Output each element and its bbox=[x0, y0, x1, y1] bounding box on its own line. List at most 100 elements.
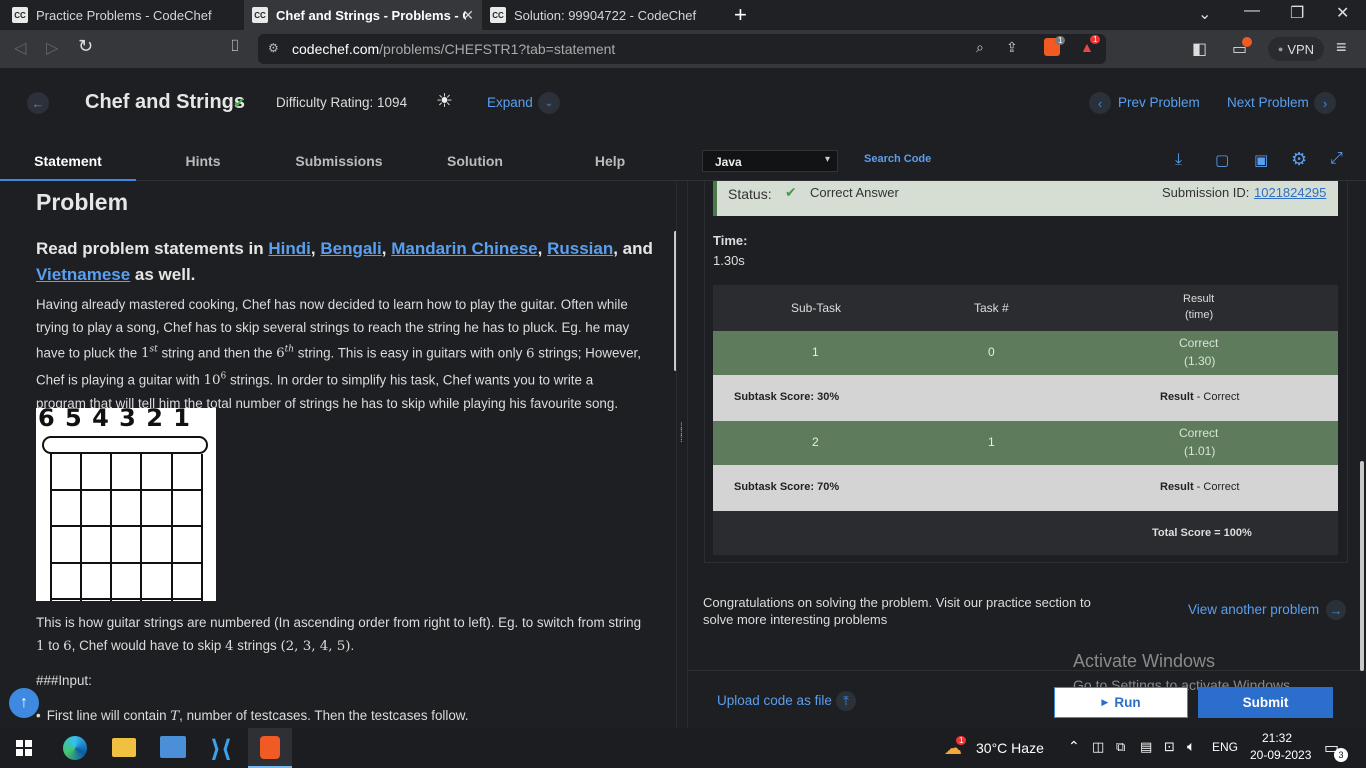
run-button[interactable]: ▶ Run bbox=[1054, 687, 1188, 718]
back-arrow-icon[interactable]: ← bbox=[27, 92, 49, 114]
submission-id-link[interactable]: 1021824295 bbox=[1254, 185, 1326, 200]
comment-icon[interactable]: ▢ bbox=[1215, 151, 1229, 169]
mandarin-link[interactable]: Mandarin Chinese bbox=[391, 239, 537, 258]
next-problem-link[interactable]: Next Problem bbox=[1227, 95, 1309, 110]
remote-desktop-icon[interactable] bbox=[160, 736, 186, 758]
site-info-icon[interactable]: ⚙ bbox=[268, 41, 279, 55]
view-another-problem-link[interactable]: View another problem bbox=[1188, 602, 1319, 617]
vscode-icon[interactable]: ⟩⟨ bbox=[210, 735, 232, 764]
sidebar-icon[interactable]: ◧ bbox=[1192, 39, 1207, 59]
result-value: - Correct bbox=[1193, 391, 1240, 403]
russian-link[interactable]: Russian bbox=[547, 239, 613, 258]
download-icon[interactable]: ⤓ bbox=[1175, 151, 1182, 169]
tray-chevron-icon[interactable]: ⌃ bbox=[1068, 738, 1080, 755]
close-window-icon[interactable]: ✕ bbox=[1336, 3, 1349, 23]
close-tab-icon[interactable]: ✕ bbox=[462, 7, 474, 24]
next-chevron-icon[interactable]: › bbox=[1314, 92, 1336, 114]
statement-paragraph-1: Having already mastered cooking, Chef ha… bbox=[36, 294, 641, 415]
volume-icon[interactable]: 🔈︎ bbox=[1187, 738, 1195, 755]
math-10-6: 106 bbox=[203, 371, 227, 389]
hindi-link[interactable]: Hindi bbox=[268, 239, 311, 258]
browser-tab-solution[interactable]: CC Solution: 99904722 - CodeChef bbox=[484, 0, 720, 30]
new-tab-icon[interactable]: + bbox=[734, 2, 747, 28]
url-bar[interactable]: ⚙ codechef.com/problems/CHEFSTR1?tab=sta… bbox=[258, 34, 1106, 64]
forward-icon[interactable]: ▷ bbox=[46, 38, 58, 58]
minimize-icon[interactable]: — bbox=[1244, 2, 1260, 20]
fullscreen-icon[interactable]: ⤢ bbox=[1330, 150, 1343, 168]
restore-icon[interactable]: ❐ bbox=[1290, 3, 1304, 23]
view-another-arrow-icon[interactable]: → bbox=[1326, 600, 1346, 620]
clock-time[interactable]: 21:32 bbox=[1262, 731, 1292, 745]
tab-help[interactable]: Help bbox=[542, 141, 678, 181]
tab-hints[interactable]: Hints bbox=[136, 141, 270, 181]
windows-start-icon[interactable] bbox=[16, 740, 32, 756]
math-4: 4 bbox=[225, 638, 234, 654]
scroll-to-top-button[interactable]: ↑ bbox=[9, 688, 39, 718]
zoom-icon[interactable]: ⌕ bbox=[976, 39, 984, 56]
panel-splitter[interactable]: ⁞ ⁞ ⁞ bbox=[676, 181, 688, 728]
upload-code-link[interactable]: Upload code as file bbox=[717, 693, 832, 708]
result-scrollbar[interactable] bbox=[1360, 461, 1364, 671]
submit-button[interactable]: Submit bbox=[1198, 687, 1333, 718]
expand-button[interactable]: Expand bbox=[487, 95, 533, 110]
upload-icon[interactable]: ⤒ bbox=[836, 691, 856, 711]
language-indicator[interactable]: ENG bbox=[1212, 740, 1238, 754]
share-icon[interactable]: ⇪ bbox=[1006, 39, 1018, 56]
para2-b: to bbox=[44, 637, 64, 653]
editor-toolbar: Java ▾ Search Code ⤓ ▢ ▣ ⚙ ⤢ bbox=[688, 141, 1366, 181]
total-score: Total Score = 100% bbox=[1152, 527, 1252, 539]
table-row: 2 1 Correct (1.01) bbox=[713, 421, 1338, 465]
tab-solution[interactable]: Solution bbox=[408, 141, 542, 181]
congrats-text: Congratulations on solving the problem. … bbox=[703, 595, 1091, 627]
prev-chevron-icon[interactable]: ‹ bbox=[1089, 92, 1111, 114]
tab-list-chevron-icon[interactable]: ⌄ bbox=[1198, 4, 1211, 24]
guitar-fretboard bbox=[50, 454, 203, 601]
math-tuple: (2, 3, 4, 5) bbox=[280, 638, 351, 654]
bengali-link[interactable]: Bengali bbox=[320, 239, 381, 258]
problem-header: ← Chef and Strings ✔ Difficulty Rating: … bbox=[0, 68, 1366, 141]
tab-submissions[interactable]: Submissions bbox=[270, 141, 408, 181]
guitar-strings-image: 6 5 4 3 2 1 bbox=[36, 404, 216, 601]
theme-toggle-sun-icon[interactable]: ☀ bbox=[436, 90, 453, 113]
browser-tab-chef-strings[interactable]: CC Chef and Strings - Problems - Co ✕ bbox=[244, 0, 482, 30]
math-T: T bbox=[170, 709, 180, 724]
row-subtask: 2 bbox=[812, 435, 819, 449]
network-icon[interactable]: ⊡ bbox=[1164, 739, 1175, 755]
subtask-score: Subtask Score: 30% bbox=[734, 391, 840, 403]
vpn-button[interactable]: ● VPN bbox=[1268, 37, 1324, 61]
settings-gear-icon[interactable]: ⚙ bbox=[1291, 149, 1307, 170]
save-icon[interactable]: ▣ bbox=[1254, 151, 1268, 169]
input-heading: ###Input: bbox=[36, 673, 92, 688]
file-explorer-icon[interactable] bbox=[112, 738, 136, 757]
math-1st: 1st bbox=[140, 345, 158, 362]
browser-tab-practice[interactable]: CC Practice Problems - CodeChef bbox=[0, 0, 242, 30]
tray-app-icon[interactable]: ◫ bbox=[1092, 739, 1104, 755]
para2-d: strings bbox=[233, 637, 281, 653]
menu-icon[interactable]: ≡ bbox=[1336, 37, 1347, 58]
result-label: Result bbox=[1160, 481, 1194, 493]
expand-chevron-icon[interactable]: ⌄ bbox=[538, 92, 560, 114]
bookmark-icon[interactable]: ⌷ bbox=[230, 38, 240, 56]
clock-date[interactable]: 20-09-2023 bbox=[1250, 748, 1311, 762]
tray-drive-icon[interactable]: ▤ bbox=[1140, 739, 1152, 755]
edge-icon[interactable] bbox=[63, 736, 87, 760]
language-select[interactable]: Java ▾ bbox=[702, 150, 838, 172]
search-code-link[interactable]: Search Code bbox=[864, 153, 931, 165]
para1-c: string. This is easy in guitars with onl… bbox=[294, 345, 527, 361]
weather-text[interactable]: 30°C Haze bbox=[976, 740, 1044, 756]
tray-monitor-icon[interactable]: ⧉ bbox=[1116, 739, 1125, 755]
row-task: 1 bbox=[988, 435, 995, 449]
tab-statement[interactable]: Statement bbox=[0, 141, 136, 181]
row-result: Correct bbox=[1179, 426, 1219, 440]
para1-b: string and then the bbox=[157, 345, 277, 361]
back-icon[interactable]: ◁ bbox=[14, 38, 26, 58]
reload-icon[interactable]: ↻ bbox=[78, 36, 93, 57]
vietnamese-link[interactable]: Vietnamese bbox=[36, 265, 130, 284]
brave-taskbar-active[interactable] bbox=[248, 728, 292, 768]
result-panel: Status: ✔ Correct Answer Submission ID: … bbox=[688, 181, 1366, 728]
prev-problem-link[interactable]: Prev Problem bbox=[1118, 95, 1200, 110]
row-task: 0 bbox=[988, 345, 995, 359]
col-result: Result bbox=[1183, 293, 1215, 305]
math-6th: 6th bbox=[276, 345, 295, 362]
problem-heading: Problem bbox=[36, 189, 129, 215]
